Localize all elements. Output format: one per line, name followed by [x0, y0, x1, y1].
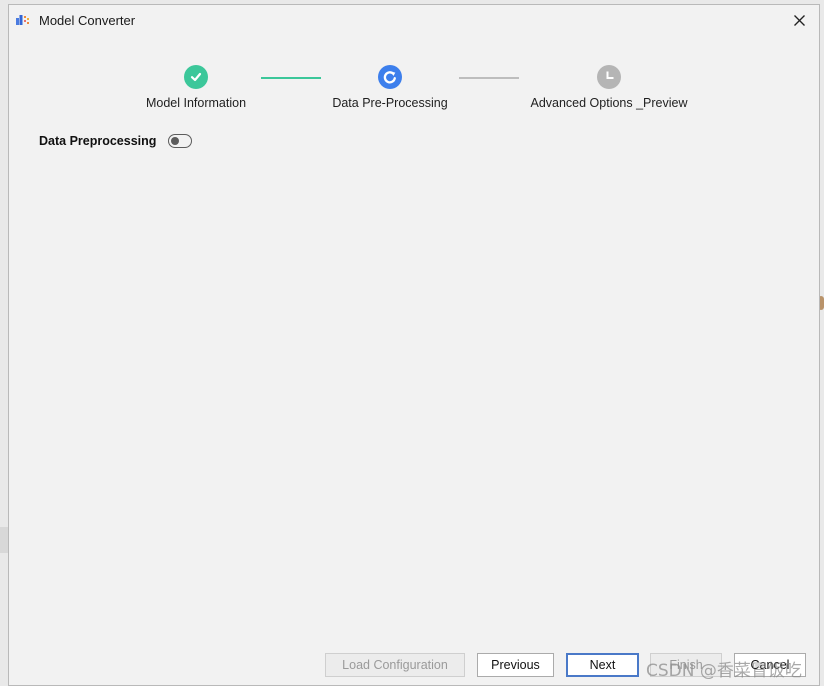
previous-button[interactable]: Previous: [477, 653, 554, 677]
step-status-in-progress: [378, 65, 402, 89]
close-icon: [793, 14, 805, 26]
model-converter-app-icon: [16, 15, 29, 25]
title-bar: Model Converter: [9, 5, 819, 35]
next-button[interactable]: Next: [566, 653, 639, 677]
step-data-pre-processing: Data Pre-Processing: [315, 65, 465, 110]
refresh-icon: [383, 71, 396, 84]
toggle-knob: [171, 137, 180, 145]
background-window-strip: [0, 527, 8, 553]
data-preprocessing-toggle[interactable]: [168, 134, 193, 148]
step-advanced-options-preview: Advanced Options _Preview: [519, 65, 699, 110]
step-label-advanced-options-preview: Advanced Options _Preview: [530, 96, 688, 110]
model-converter-dialog: Model Converter Model Information Data P…: [8, 4, 820, 686]
step-label-model-information: Model Information: [145, 96, 247, 110]
check-icon: [190, 72, 202, 82]
step-connector-pending: [459, 77, 519, 79]
step-connector-completed: [261, 77, 321, 79]
step-status-completed: [184, 65, 208, 89]
load-configuration-button[interactable]: Load Configuration: [325, 653, 465, 677]
data-preprocessing-row: Data Preprocessing: [39, 134, 193, 148]
data-preprocessing-label: Data Preprocessing: [39, 134, 157, 148]
wizard-stepper: Model Information Data Pre-Processing Ad…: [9, 65, 819, 125]
step-model-information: Model Information: [136, 65, 256, 110]
close-button[interactable]: [787, 9, 811, 31]
window-title: Model Converter: [39, 13, 136, 28]
csdn-watermark: CSDN @香菜冒饭吃: [646, 661, 802, 681]
clock-icon: [606, 71, 614, 79]
step-label-data-pre-processing: Data Pre-Processing: [332, 96, 448, 110]
step-status-pending: [597, 65, 621, 89]
